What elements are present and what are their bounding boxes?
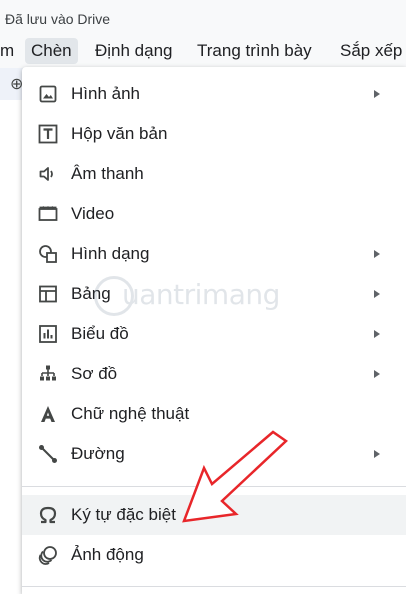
chart-icon	[38, 324, 58, 344]
menu-item-text-box[interactable]: Hộp văn bản	[22, 114, 406, 154]
menu-item-label: Ảnh động	[71, 545, 144, 564]
menu-item-video[interactable]: Video	[22, 194, 406, 234]
text-box-icon	[38, 124, 58, 144]
menu-item-animation[interactable]: Ảnh động	[22, 535, 406, 575]
menu-item-label: Video	[71, 204, 115, 223]
menu-item-special-characters[interactable]: Ký tự đặc biệt	[22, 495, 406, 535]
menu-item-label: Ký tự đặc biệt	[71, 505, 176, 524]
menu-item-table[interactable]: Bảng	[22, 274, 406, 314]
diagram-icon	[38, 364, 58, 384]
submenu-arrow-icon	[374, 330, 380, 338]
menu-item-label: Đường	[71, 444, 125, 463]
menu-item-label: Hộp văn bản	[71, 124, 168, 143]
menu-divider	[22, 486, 406, 487]
omega-icon	[38, 505, 58, 525]
menu-item-label: Bảng	[71, 284, 111, 303]
menu-view[interactable]: m	[0, 38, 20, 64]
menu-item-label: Âm thanh	[71, 164, 144, 183]
menu-slide[interactable]: Trang trình bày	[191, 38, 318, 64]
menu-item-word-art[interactable]: Chữ nghệ thuật	[22, 394, 406, 434]
animation-icon	[38, 545, 58, 565]
menu-insert[interactable]: Chèn	[25, 38, 78, 64]
submenu-arrow-icon	[374, 450, 380, 458]
menu-item-label: Sơ đồ	[71, 364, 118, 383]
menu-item-audio[interactable]: Âm thanh	[22, 154, 406, 194]
menu-divider	[22, 586, 406, 587]
menu-format[interactable]: Định dạng	[89, 38, 179, 64]
menu-item-label: Hình dạng	[71, 244, 150, 263]
insert-menu-dropdown: Hình ảnh Hộp văn bản Âm thanh Video Hình…	[22, 67, 406, 594]
video-icon	[38, 204, 58, 224]
shapes-icon	[38, 244, 58, 264]
menu-item-label: Biểu đồ	[71, 324, 129, 343]
menu-arrange[interactable]: Sắp xếp	[334, 38, 406, 64]
submenu-arrow-icon	[374, 90, 380, 98]
table-icon	[38, 284, 58, 304]
menu-item-line[interactable]: Đường	[22, 434, 406, 474]
menu-item-shapes[interactable]: Hình dạng	[22, 234, 406, 274]
submenu-arrow-icon	[374, 290, 380, 298]
menu-item-diagram[interactable]: Sơ đồ	[22, 354, 406, 394]
menu-item-label: Hình ảnh	[71, 84, 140, 103]
submenu-arrow-icon	[374, 370, 380, 378]
audio-icon	[38, 164, 58, 184]
saved-status: Đã lưu vào Drive	[5, 11, 111, 27]
menu-item-image[interactable]: Hình ảnh	[22, 74, 406, 114]
menu-bar: m Chèn Định dạng Trang trình bày Sắp xếp	[0, 34, 406, 68]
line-icon	[38, 444, 58, 464]
menu-item-chart[interactable]: Biểu đồ	[22, 314, 406, 354]
menu-item-label: Chữ nghệ thuật	[71, 404, 190, 423]
image-icon	[38, 84, 58, 104]
word-art-icon	[38, 404, 58, 424]
submenu-arrow-icon	[374, 250, 380, 258]
